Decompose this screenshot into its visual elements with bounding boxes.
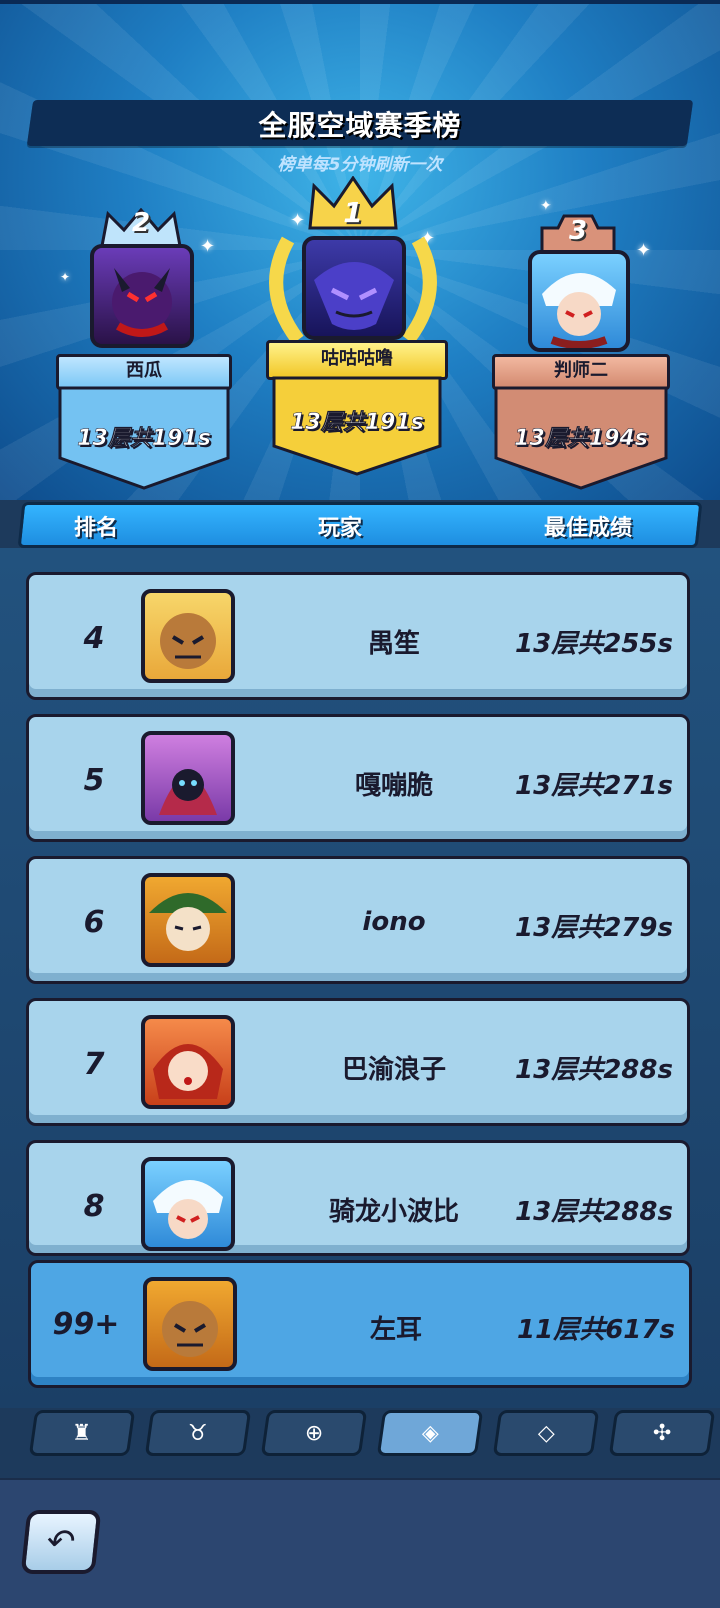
row-score: 13层共288s [515,1055,673,1085]
table-row[interactable]: 7 巴渝浪子 13层共288s [26,998,690,1126]
leaderboard-list[interactable]: 4 禺笙 13层共255s 5 嘎嘣脆 13层共271s 6 iono 13层共… [0,548,720,1408]
podium-name: 判师二 [554,360,608,381]
sparkle-icon: ✦ [636,240,652,261]
row-player-name: 巴渝浪子 [341,1055,446,1085]
network-icon: ✣ [652,1420,672,1446]
row-score: 13层共255s [515,629,673,659]
row-score: 13层共288s [515,1197,673,1227]
dragon-face-icon [314,262,394,330]
bottom-bar [0,1478,720,1608]
scarecrow-icon [160,613,216,669]
avatar [90,244,194,348]
row-rank: 4 [83,621,105,656]
podium-rank: 3 [568,216,588,246]
demon-face-icon [112,268,172,337]
hooded-character-icon [159,769,217,815]
row-player-name: 嘎嘣脆 [354,771,433,801]
avatar [141,1157,235,1251]
podium-name: 咕咕咕噜 [321,348,393,369]
back-arrow-icon: ↶ [44,1522,78,1562]
table-row[interactable]: 8 骑龙小波比 13层共288s [26,1140,690,1256]
avatar [141,589,235,683]
tab-shield-target[interactable]: ⊕ [260,1410,368,1456]
avatar [141,1015,235,1109]
page-title: 全服空域赛季榜 [258,109,462,142]
scarecrow-icon [162,1301,218,1357]
row-player-name: 禺笙 [367,629,420,659]
podium-score: 13层共191s [290,410,424,436]
row-score: 13层共279s [515,913,673,943]
top-strip [0,0,720,4]
podium-score: 13层共191s [77,426,211,452]
row-rank: 7 [83,1047,105,1082]
table-row[interactable]: 5 嘎嘣脆 13层共271s [26,714,690,842]
red-hair-character-icon [153,1044,223,1099]
white-hair-character-icon [542,272,616,348]
sparkle-icon: ✦ [200,236,216,257]
refresh-note: 榜单每5分钟刷新一次 [277,155,443,175]
table-row[interactable]: 6 iono 13层共279s [26,856,690,984]
back-button[interactable]: ↶ [20,1510,102,1574]
sparkle-icon: ✦ [60,270,71,284]
row-score: 13层共271s [515,771,673,801]
tab-cards[interactable]: ◈ [376,1410,484,1456]
diamond-badge-icon: ◇ [537,1420,555,1446]
column-player: 玩家 [318,516,363,541]
sparkle-icon: ✦ [540,198,552,214]
row-score: 11层共617s [517,1315,675,1345]
avatar [143,1277,237,1371]
sparkle-icon: ✦ [290,210,306,231]
podium-name: 西瓜 [126,360,162,381]
tab-diamond-badge[interactable]: ◇ [492,1410,600,1456]
shield-target-icon: ⊕ [304,1420,324,1446]
podium-score: 13层共194s [514,426,648,452]
avatar [302,236,406,340]
avatar [528,250,630,352]
avatar [141,731,235,825]
row-rank: 5 [83,763,105,798]
tab-bull[interactable]: ♉ [144,1410,252,1456]
table-row[interactable]: 4 禺笙 13层共255s [26,572,690,700]
column-best: 最佳成绩 [544,516,633,541]
row-rank: 99+ [52,1307,120,1342]
podium-rank: 2 [131,208,151,238]
category-tabs: ♜ ♉ ⊕ ◈ ◇ ✣ [0,1410,720,1460]
white-hair-character-icon [153,1179,223,1239]
tab-castle[interactable]: ♜ [28,1410,136,1456]
avatar [141,873,235,967]
row-player-name: 左耳 [369,1315,422,1345]
row-rank: 8 [83,1189,105,1224]
green-hat-character-icon [149,893,227,951]
row-player-name: 骑龙小波比 [328,1197,459,1227]
column-rank: 排名 [74,516,119,541]
tab-network[interactable]: ✣ [608,1410,716,1456]
bull-icon: ♉ [188,1420,208,1446]
row-rank: 6 [83,905,105,940]
row-player-name: iono [362,907,426,937]
cards-icon: ◈ [421,1420,439,1446]
my-rank-row[interactable]: 99+ 左耳 11层共617s [28,1260,692,1388]
castle-icon: ♜ [72,1420,92,1446]
podium-rank: 1 [343,196,363,229]
